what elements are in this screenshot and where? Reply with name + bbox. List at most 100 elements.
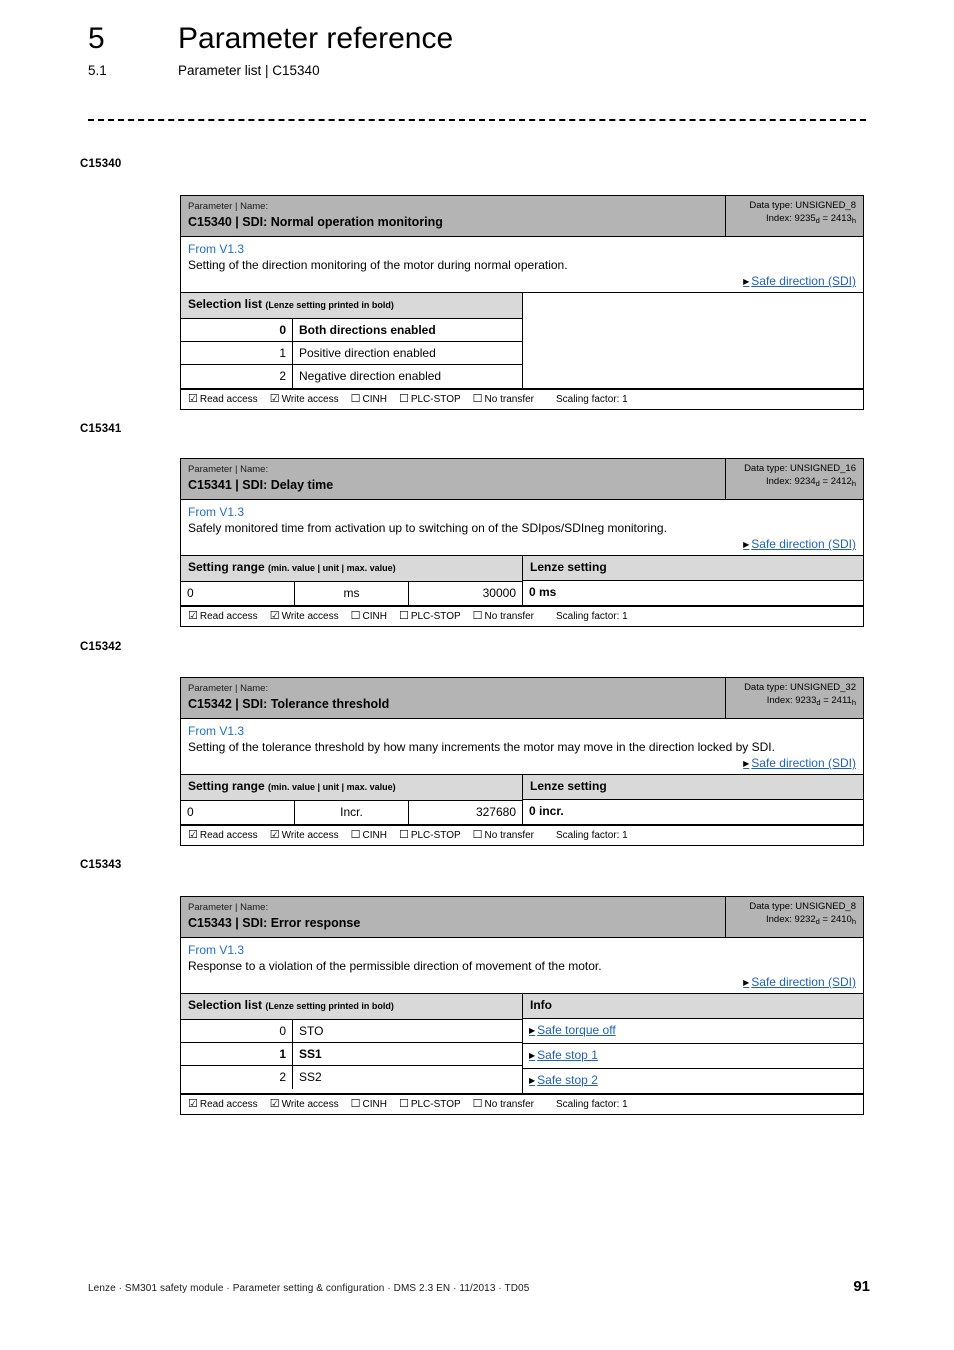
breadcrumb: Parameter list | C15340 xyxy=(178,63,320,78)
link-triangle-icon: ▶ xyxy=(529,1051,536,1060)
margin-label-c15342: C15342 xyxy=(80,641,122,653)
version-note: From V1.3 xyxy=(188,505,245,519)
chapter-heading-row: 5 Parameter reference xyxy=(88,22,878,56)
access-flag-label: PLC-STOP xyxy=(410,1099,461,1110)
cross-reference-link[interactable]: ▶ Safe direction (SDI) xyxy=(743,756,856,770)
cross-reference-link[interactable]: ▶ Safe direction (SDI) xyxy=(743,274,856,288)
info-link[interactable]: ▶ Safe torque off xyxy=(529,1023,616,1037)
access-flag-label: CINH xyxy=(362,1099,387,1110)
access-flag-plc-stop[interactable]: ☐ PLC-STOP xyxy=(399,1097,461,1112)
selection-row[interactable]: 1 Positive direction enabled xyxy=(181,342,522,365)
cross-reference-link[interactable]: ▶ Safe direction (SDI) xyxy=(743,537,856,551)
section-heading-row: 5.1 Parameter list | C15340 xyxy=(88,62,878,80)
setting-range-header: Setting range (min. value | unit | max. … xyxy=(181,556,522,582)
access-flag-no-transfer[interactable]: ☐ No transfer xyxy=(473,1097,534,1112)
range-unit: Incr. xyxy=(295,801,409,824)
access-flag-no-transfer[interactable]: ☐ No transfer xyxy=(473,392,534,407)
parameter-header-left: Parameter | Name: C15343 | SDI: Error res… xyxy=(181,897,725,937)
setting-range-title: Setting range xyxy=(188,560,265,574)
access-flag-write-access[interactable]: ☑ Write access xyxy=(270,828,339,843)
access-flag-cinh[interactable]: ☐ CINH xyxy=(351,828,387,843)
selection-row[interactable]: 0 STO xyxy=(181,1020,522,1043)
selection-list-title: Selection list xyxy=(188,998,263,1012)
parameter-caption: Parameter | Name: xyxy=(188,902,269,913)
document-page: 5 Parameter reference 5.1 Parameter list… xyxy=(0,0,954,1350)
description-text: Safely monitored time from activation up… xyxy=(188,521,667,535)
unchecked-box-icon: ☐ xyxy=(398,1098,409,1110)
range-max-value: 327680 xyxy=(475,805,516,819)
page-title: Parameter reference xyxy=(178,22,454,55)
parameter-header-left: Parameter | Name: C15342 | SDI: Tolerance… xyxy=(181,678,725,718)
access-flag-read-access[interactable]: ☑ Read access xyxy=(188,1097,258,1112)
setting-range-column: Setting range (min. value | unit | max. … xyxy=(181,775,523,824)
setting-range-row: 0 ms 30000 xyxy=(181,582,522,605)
access-flag-write-access[interactable]: ☑ Write access xyxy=(270,609,339,624)
checked-box-icon: ☑ xyxy=(188,610,198,622)
cross-reference-link[interactable]: ▶ Safe direction (SDI) xyxy=(743,975,856,989)
selection-list-note: (Lenze setting printed in bold) xyxy=(265,300,394,310)
selection-row[interactable]: 1 SS1 xyxy=(181,1043,522,1066)
parameter-index: Index: 9235d = 2413h xyxy=(733,213,856,226)
access-flag-read-access[interactable]: ☑ Read access xyxy=(188,609,258,624)
parameter-data-type: Data type: UNSIGNED_8 xyxy=(749,200,856,211)
selection-row[interactable]: 2 Negative direction enabled xyxy=(181,365,522,388)
parameter-index: Index: 9232d = 2410h xyxy=(733,914,856,927)
chapter-number: 5 xyxy=(88,22,105,55)
checked-box-icon: ☑ xyxy=(269,393,280,405)
selection-list-header: Selection list (Lenze setting printed in… xyxy=(181,293,522,319)
info-column-empty xyxy=(523,293,863,388)
checked-box-icon: ☑ xyxy=(188,393,198,405)
footer-text: Lenze · SM301 safety module · Parameter … xyxy=(88,1283,530,1294)
access-flag-label: Write access xyxy=(281,1099,339,1110)
link-triangle-icon: ▶ xyxy=(743,759,750,768)
access-flag-no-transfer[interactable]: ☐ No transfer xyxy=(473,609,534,624)
setting-range-column: Setting range (min. value | unit | max. … xyxy=(181,556,523,605)
selection-index: 2 xyxy=(181,365,293,388)
selection-row[interactable]: 2 SS2 xyxy=(181,1066,522,1089)
access-flag-write-access[interactable]: ☑ Write access xyxy=(270,1097,339,1112)
selection-index: 0 xyxy=(181,319,293,341)
setting-range-table: Setting range (min. value | unit | max. … xyxy=(181,556,863,606)
access-flag-cinh[interactable]: ☐ CINH xyxy=(351,1097,387,1112)
parameter-header: Parameter | Name: C15343 | SDI: Error res… xyxy=(181,897,863,938)
access-flag-label: Write access xyxy=(281,830,339,841)
access-row: ☑ Read access ☑ Write access ☐ CINH ☐ PLC-STOP ☐… xyxy=(181,389,863,409)
access-flag-label: CINH xyxy=(362,394,387,405)
info-link[interactable]: ▶ Safe stop 1 xyxy=(529,1048,598,1062)
scaling-factor: Scaling factor: 1 xyxy=(556,1098,628,1110)
access-flag-label: Read access xyxy=(199,1099,258,1110)
range-min-value: 0 xyxy=(181,582,295,605)
selection-index: 0 xyxy=(181,1020,293,1042)
access-flag-label: Write access xyxy=(281,611,339,622)
range-max-value: 30000 xyxy=(482,586,516,600)
selection-list-note: (Lenze setting printed in bold) xyxy=(265,1001,394,1011)
link-triangle-icon: ▶ xyxy=(743,978,750,987)
selection-list-header: Selection list (Lenze setting printed in… xyxy=(181,994,522,1020)
access-row: ☑ Read access ☑ Write access ☐ CINH ☐ PLC-STOP ☐… xyxy=(181,606,863,626)
index-label: Index: xyxy=(766,212,792,224)
lenze-setting-header: Lenze setting xyxy=(523,556,863,581)
access-row: ☑ Read access ☑ Write access ☐ CINH ☐ PLC-STOP ☐… xyxy=(181,825,863,845)
index-hex: 2410h xyxy=(830,913,856,926)
access-flag-write-access[interactable]: ☑ Write access xyxy=(270,392,339,407)
selection-label: STO xyxy=(299,1024,324,1038)
access-flag-read-access[interactable]: ☑ Read access xyxy=(188,828,258,843)
access-flag-plc-stop[interactable]: ☐ PLC-STOP xyxy=(399,609,461,624)
access-flag-label: PLC-STOP xyxy=(410,830,461,841)
access-flag-cinh[interactable]: ☐ CINH xyxy=(351,392,387,407)
lenze-setting-column: Lenze setting 0 ms xyxy=(523,556,863,605)
parameter-description-block: From V1.3 Setting of the direction monito… xyxy=(181,237,863,293)
access-flag-cinh[interactable]: ☐ CINH xyxy=(351,609,387,624)
access-flag-no-transfer[interactable]: ☐ No transfer xyxy=(473,828,534,843)
access-flag-plc-stop[interactable]: ☐ PLC-STOP xyxy=(399,392,461,407)
access-flag-plc-stop[interactable]: ☐ PLC-STOP xyxy=(399,828,461,843)
selection-row[interactable]: 0 Both directions enabled xyxy=(181,319,522,342)
version-note: From V1.3 xyxy=(188,242,245,256)
info-link[interactable]: ▶ Safe stop 2 xyxy=(529,1073,598,1087)
access-flag-read-access[interactable]: ☑ Read access xyxy=(188,392,258,407)
parameter-data-type: Data type: UNSIGNED_16 xyxy=(744,463,856,474)
access-flag-label: No transfer xyxy=(484,394,535,405)
index-equals: = xyxy=(823,694,829,706)
parameter-table-c15342: Parameter | Name: C15342 | SDI: Tolerance… xyxy=(180,677,864,846)
parameter-meta: Data type: UNSIGNED_8 Index: 9232d = 2410… xyxy=(725,897,863,937)
